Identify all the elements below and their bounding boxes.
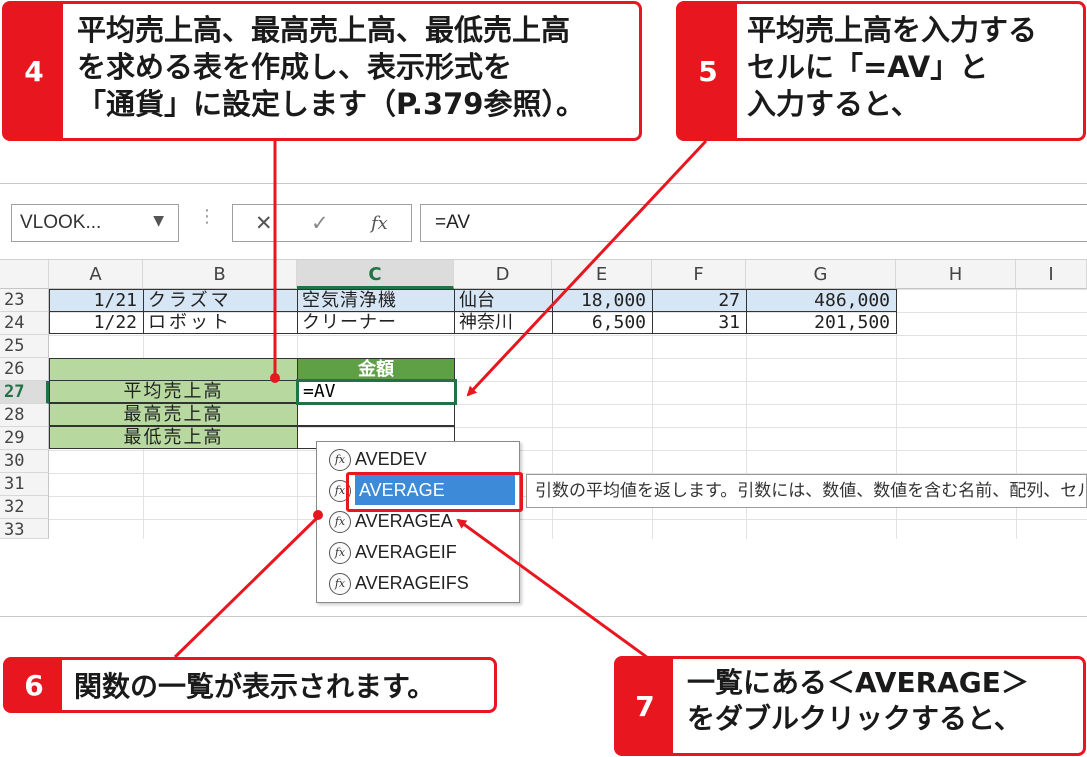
- cell-e23[interactable]: 18,000: [552, 289, 653, 312]
- highlight-box-average: [346, 472, 523, 512]
- summary-label-min[interactable]: 最低売上高: [49, 426, 298, 449]
- cell-c28[interactable]: [297, 403, 455, 426]
- excel-window: VLOOK... ▼ ⋮ ✕ ✓ fx =AV A B C D E F G H …: [0, 183, 1087, 617]
- cell-g24[interactable]: 201,500: [746, 311, 897, 334]
- function-icon: fx: [329, 542, 351, 565]
- step-number-7: 7: [617, 659, 673, 753]
- callout-step-7: 7 一覧にある＜AVERAGE＞ をダブルクリックすると、: [614, 656, 1086, 756]
- cell-c23[interactable]: 空気清浄機: [297, 289, 455, 312]
- cell-d24[interactable]: 神奈川: [454, 311, 553, 334]
- summary-label-max[interactable]: 最高売上高: [49, 403, 298, 426]
- callout-text-6: 関数の一覧が表示されます。: [74, 670, 436, 703]
- cell-f24[interactable]: 31: [652, 311, 747, 334]
- callout-step-6: 6 関数の一覧が表示されます。: [3, 657, 497, 713]
- function-autocomplete-list[interactable]: fx AVEDEV fx AVERAGE fx AVERAGEA fx AVERAGEI…: [316, 441, 520, 603]
- callout-text-4: 平均売上高、最高売上高、最低売上高 を求める表を作成し、表示形式を 「通貨」に設…: [77, 13, 585, 122]
- function-icon: fx: [329, 449, 351, 472]
- function-icon: fx: [329, 573, 351, 596]
- step-number-6: 6: [6, 660, 62, 710]
- active-cell-input: =AV: [303, 381, 336, 402]
- autocomplete-item-averageifs[interactable]: fx AVERAGEIFS: [321, 568, 517, 598]
- cell-grid[interactable]: 1/21 クラズマ 空気清浄機 仙台 18,000 27 486,000 1/2…: [0, 184, 1087, 616]
- summary-header-blank[interactable]: [49, 358, 298, 381]
- cell-a23[interactable]: 1/21: [49, 289, 144, 312]
- function-icon: fx: [329, 511, 351, 534]
- step-number-5: 5: [679, 4, 737, 138]
- cell-e24[interactable]: 6,500: [552, 311, 653, 334]
- active-cell-c27[interactable]: =AV: [296, 379, 457, 405]
- callout-step-5: 5 平均売上高を入力する セルに「=AV」と 入力すると、: [676, 1, 1086, 141]
- cell-f23[interactable]: 27: [652, 289, 747, 312]
- autocomplete-item-averageif[interactable]: fx AVERAGEIF: [321, 537, 517, 567]
- cell-d23[interactable]: 仙台: [454, 289, 553, 312]
- cell-g23[interactable]: 486,000: [746, 289, 897, 312]
- cell-b24[interactable]: ロボット: [143, 311, 298, 334]
- cell-c24[interactable]: クリーナー: [297, 311, 455, 334]
- cell-b23[interactable]: クラズマ: [143, 289, 298, 312]
- function-tooltip: 引数の平均値を返します。引数には、数値、数値を含む名前、配列、セル参照を指定でき…: [526, 474, 1087, 508]
- summary-header-amount[interactable]: 金額: [297, 358, 455, 381]
- callout-text-5: 平均売上高を入力する セルに「=AV」と 入力すると、: [747, 13, 1038, 122]
- step-number-4: 4: [5, 4, 63, 138]
- callout-step-4: 4 平均売上高、最高売上高、最低売上高 を求める表を作成し、表示形式を 「通貨」…: [2, 1, 642, 141]
- cell-a24[interactable]: 1/22: [49, 311, 144, 334]
- summary-label-average[interactable]: 平均売上高: [49, 380, 298, 403]
- callout-text-7: 一覧にある＜AVERAGE＞ をダブルクリックすると、: [687, 666, 1029, 735]
- autocomplete-item-avedev[interactable]: fx AVEDEV: [321, 444, 517, 474]
